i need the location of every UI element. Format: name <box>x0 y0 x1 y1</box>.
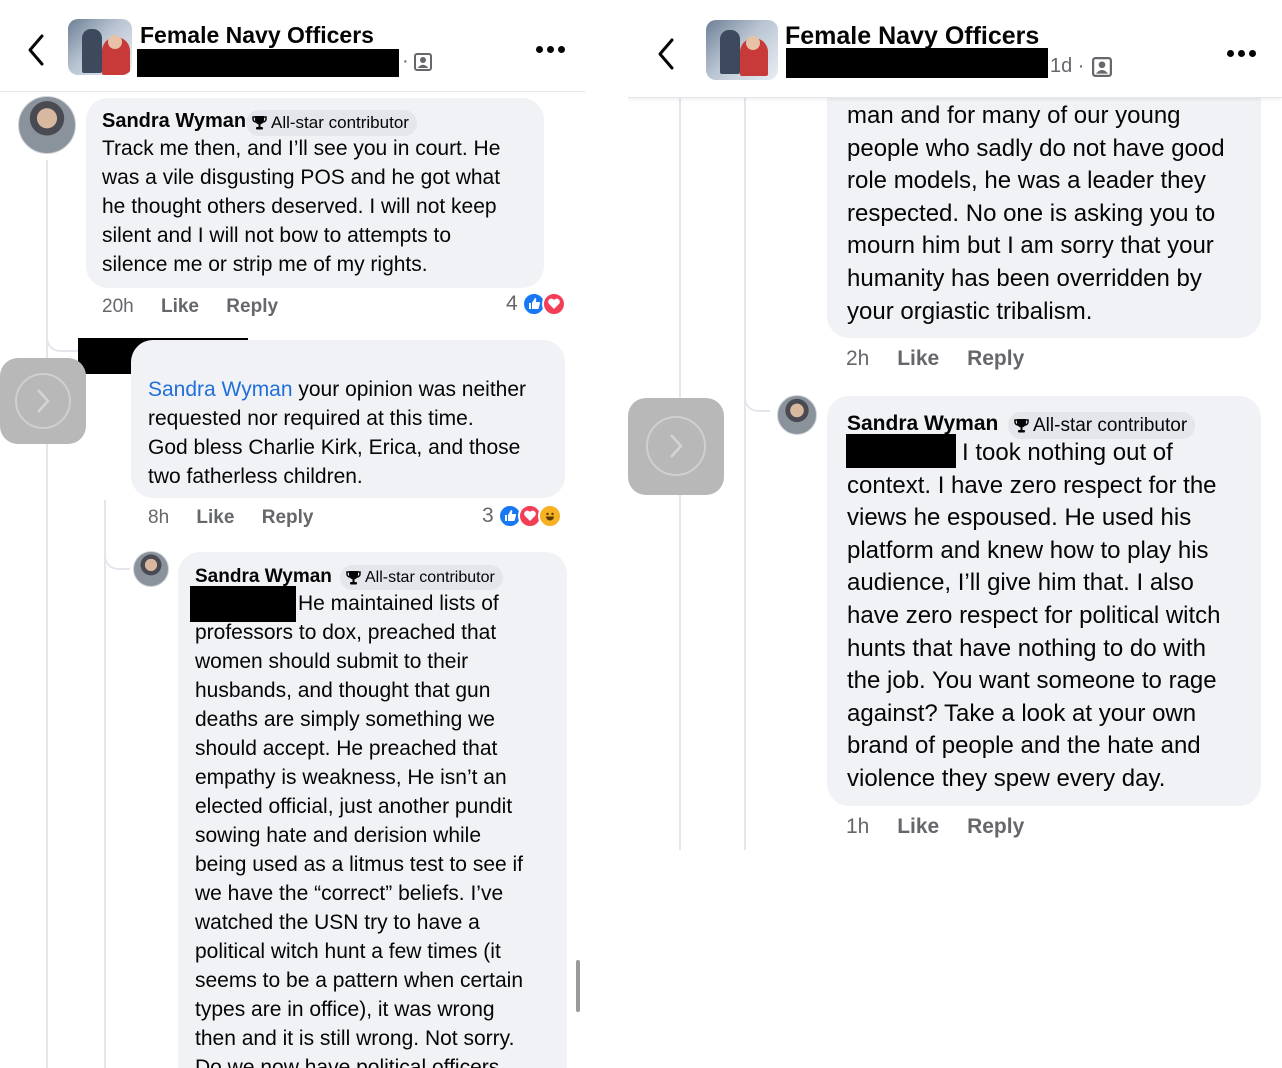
avatar[interactable] <box>133 551 169 587</box>
comment-author[interactable]: Sandra Wyman <box>195 566 332 588</box>
reaction-summary[interactable]: 3 <box>482 504 562 528</box>
redacted-author-name <box>786 48 1048 78</box>
avatar[interactable] <box>777 395 817 435</box>
love-reaction-icon <box>541 292 566 316</box>
comment-timestamp: 8h <box>148 507 170 528</box>
post-meta-separator: · <box>402 50 409 72</box>
all-star-contributor-badge: All-star contributor <box>340 565 503 590</box>
redacted-author-name <box>137 49 399 77</box>
reply-button[interactable]: Reply <box>967 815 1024 839</box>
chevron-right-icon <box>670 434 683 458</box>
badge-label: All-star contributor <box>1033 414 1188 436</box>
reply-button[interactable]: Reply <box>262 507 314 529</box>
post-meta: 1d · <box>1050 55 1085 77</box>
all-star-contributor-badge: All-star contributor <box>1008 412 1196 439</box>
comment-text: He maintained lists of professors to dox… <box>195 592 524 1068</box>
group-members-icon <box>414 53 432 71</box>
left-screenshot-panel: Female Navy Officers · Sandra Wyman All-… <box>0 0 585 1068</box>
group-name[interactable]: Female Navy Officers <box>140 22 374 49</box>
thread-line <box>104 500 106 1068</box>
badge-label: All-star contributor <box>271 113 409 132</box>
thread-line <box>744 98 746 850</box>
reaction-summary[interactable]: 4 <box>506 292 566 316</box>
comment-actions: 1h Like Reply <box>846 815 1024 839</box>
comment-bubble: Sandra Wyman All-star contributor Track … <box>86 98 544 288</box>
reaction-count: 4 <box>506 292 518 315</box>
scrollbar-thumb[interactable] <box>576 960 580 1012</box>
group-members-icon <box>1092 57 1112 77</box>
comment-author[interactable]: Sandra Wyman <box>102 110 246 133</box>
badge-label: All-star contributor <box>365 568 495 586</box>
previous-image-button[interactable] <box>628 398 724 495</box>
more-options-icon[interactable] <box>1227 50 1261 60</box>
like-button[interactable]: Like <box>161 296 199 318</box>
reply-button[interactable]: Reply <box>967 347 1024 371</box>
comment-text: Sandra Wyman your opinion was neither re… <box>148 378 527 488</box>
comment-text: Track me then, and I’ll see you in court… <box>102 137 501 276</box>
avatar[interactable] <box>18 96 76 154</box>
trophy-icon <box>1014 418 1029 432</box>
all-star-contributor-badge: All-star contributor <box>246 110 417 136</box>
comment-actions: 8h Like Reply <box>148 507 313 529</box>
trophy-icon <box>346 570 361 584</box>
comment-bubble: Sandra Wyman All-star contributor I took… <box>827 396 1261 806</box>
chevron-right-icon <box>37 389 50 413</box>
reply-button[interactable]: Reply <box>226 296 278 318</box>
haha-reaction-icon <box>537 504 562 528</box>
group-post-header: Female Navy Officers 1d · <box>628 0 1282 98</box>
group-avatar[interactable] <box>68 19 132 75</box>
like-button[interactable]: Like <box>897 815 939 839</box>
comment-timestamp: 2h <box>846 347 870 370</box>
comment-bubble: Sandra Wyman your opinion was neither re… <box>131 340 565 498</box>
more-options-icon[interactable] <box>536 46 570 56</box>
trophy-icon <box>252 116 267 130</box>
group-post-header: Female Navy Officers · <box>0 0 585 92</box>
right-screenshot-panel: man and for many of our young people who… <box>628 0 1282 1068</box>
comment-author[interactable]: Sandra Wyman <box>847 412 998 436</box>
thread-connector <box>744 300 770 412</box>
group-avatar[interactable] <box>706 20 778 80</box>
reaction-count: 3 <box>482 504 494 527</box>
comment-actions: 2h Like Reply <box>846 347 1024 371</box>
comment-text: I took nothing out of context. I have ze… <box>847 439 1221 792</box>
back-chevron-icon[interactable] <box>652 34 682 74</box>
comment-timestamp: 1h <box>846 815 870 838</box>
like-button[interactable]: Like <box>897 347 939 371</box>
comment-text: man and for many of our young people who… <box>847 102 1225 325</box>
group-name[interactable]: Female Navy Officers <box>785 22 1039 51</box>
comment-actions: 20h Like Reply <box>102 296 278 318</box>
comment-bubble: Sandra Wyman All-star contributor He mai… <box>178 552 567 1068</box>
back-chevron-icon[interactable] <box>22 30 52 70</box>
comment-timestamp: 20h <box>102 296 134 317</box>
next-image-button[interactable] <box>0 358 86 444</box>
mention-link[interactable]: Sandra Wyman <box>148 378 293 401</box>
thread-connector <box>46 290 78 352</box>
thread-connector <box>104 510 130 570</box>
comment-bubble: man and for many of our young people who… <box>827 60 1261 338</box>
like-button[interactable]: Like <box>196 507 234 529</box>
